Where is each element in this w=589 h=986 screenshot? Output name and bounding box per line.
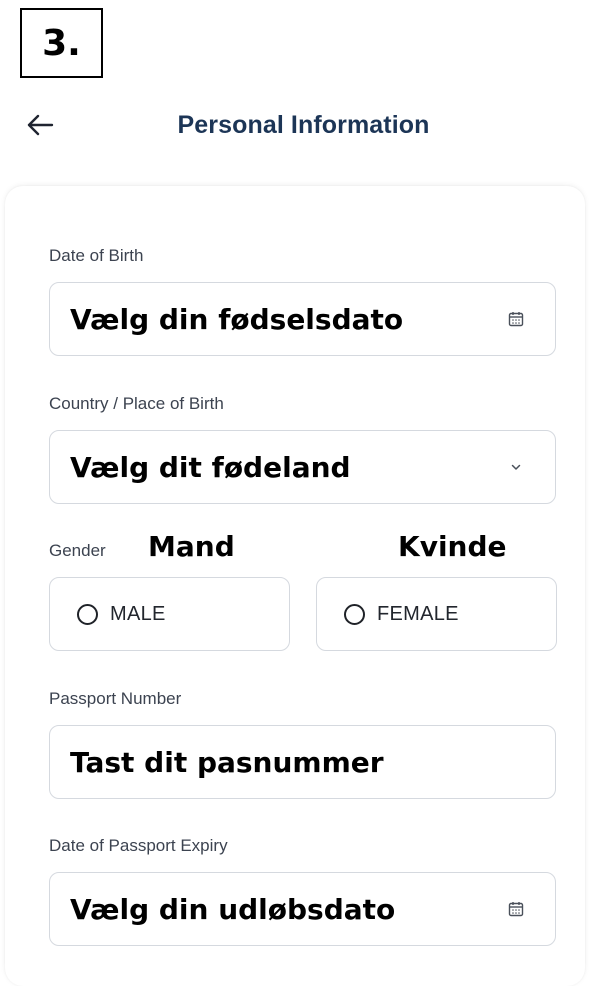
gender-option-male[interactable]: MALE [49, 577, 290, 651]
header-bar: Personal Information [0, 100, 589, 150]
male-option-label: MALE [110, 602, 166, 625]
passport-instruction: Tast dit pasnummer [62, 738, 392, 786]
dob-instruction: Vælg din fødselsdato [62, 295, 412, 343]
expiry-label: Date of Passport Expiry [49, 836, 228, 855]
calendar-icon [508, 902, 524, 917]
female-option-label: FEMALE [377, 602, 459, 625]
page-title: Personal Information [177, 111, 430, 139]
female-instruction: Kvinde [398, 530, 507, 563]
chevron-down-icon [511, 464, 521, 470]
expiry-instruction: Vælg din udløbsdato [62, 885, 404, 933]
expiry-input[interactable]: Vælg din udløbsdato [49, 872, 556, 946]
country-select[interactable]: Vælg dit fødeland [49, 430, 556, 504]
country-label: Country / Place of Birth [49, 394, 224, 413]
step-number-badge: 3. [20, 8, 103, 78]
country-instruction: Vælg dit fødeland [62, 443, 359, 491]
radio-empty-icon[interactable] [344, 603, 365, 625]
male-instruction: Mand [148, 530, 235, 563]
passport-input[interactable]: Tast dit pasnummer [49, 725, 556, 799]
passport-label: Passport Number [49, 689, 182, 708]
dob-label: Date of Birth [49, 246, 144, 265]
dob-input[interactable]: Vælg din fødselsdato [49, 282, 556, 356]
calendar-icon [508, 312, 524, 327]
gender-option-female[interactable]: FEMALE [316, 577, 557, 651]
radio-empty-icon[interactable] [77, 603, 98, 625]
gender-label: Gender [49, 541, 106, 560]
